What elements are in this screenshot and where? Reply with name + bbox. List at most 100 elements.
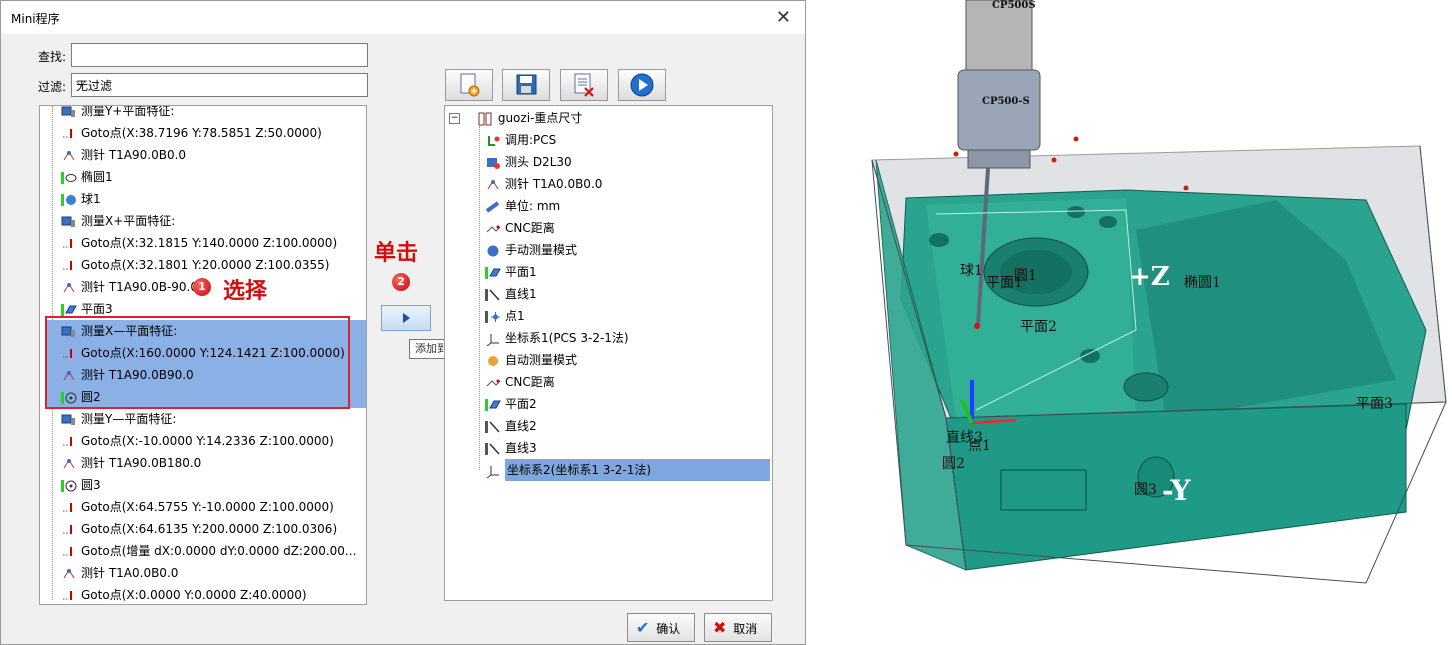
close-icon[interactable]: ✕ bbox=[776, 7, 791, 28]
tree-item[interactable]: Goto点(增量 dX:0.0000 dY:0.0000 dZ:200.00..… bbox=[45, 540, 366, 562]
program-item-label: 测针 T1A0.0B0.0 bbox=[505, 177, 603, 191]
tree-item-label: 测针 T1A90.0B0.0 bbox=[81, 148, 187, 162]
ok-label: 确认 bbox=[656, 622, 681, 636]
filter-label: 过滤: bbox=[38, 80, 67, 94]
auto-icon bbox=[485, 353, 501, 367]
tree-item[interactable]: 椭圆1 bbox=[45, 166, 366, 188]
goto-icon bbox=[61, 544, 77, 558]
program-item-label: 自动测量模式 bbox=[505, 353, 578, 367]
goto-icon bbox=[61, 522, 77, 536]
ok-button[interactable]: ✔ 确认 bbox=[627, 613, 695, 642]
3d-viewport[interactable]: CP500S CP500-S 球1 平面1 圆1 +Z 椭圆1 平面2 平面3 … bbox=[806, 0, 1452, 645]
tree-item[interactable]: Goto点(X:64.6135 Y:200.0000 Z:100.0306) bbox=[45, 518, 366, 540]
goto-icon bbox=[61, 236, 77, 250]
label-ellipse: 椭圆1 bbox=[1184, 275, 1221, 291]
tree-item[interactable]: 测量Y+平面特征: bbox=[45, 105, 366, 122]
tip-icon bbox=[61, 148, 77, 162]
cancel-button[interactable]: ✖ 取消 bbox=[704, 613, 772, 642]
tree-item[interactable]: Goto点(X:38.7196 Y:78.5851 Z:50.0000) bbox=[45, 122, 366, 144]
program-item-label: 测头 D2L30 bbox=[505, 155, 572, 169]
program-item[interactable]: 自动测量模式 bbox=[485, 349, 577, 371]
tree-item[interactable]: Goto点(X:32.1801 Y:20.0000 Z:100.0355) bbox=[45, 254, 366, 276]
check-icon: ✔ bbox=[636, 618, 650, 637]
tree-item-label: 测量Y+平面特征: bbox=[81, 105, 175, 118]
save-button[interactable] bbox=[502, 69, 550, 101]
label-point1: 点1 bbox=[968, 438, 991, 454]
goto-icon bbox=[61, 126, 77, 140]
tree-item[interactable]: 测针 T1A90.0B180.0 bbox=[45, 452, 366, 474]
program-item[interactable]: 手动测量模式 bbox=[485, 239, 577, 261]
tree-item-label: Goto点(X:64.6135 Y:200.0000 Z:100.0306) bbox=[81, 522, 338, 536]
program-item[interactable]: CNC距离 bbox=[485, 217, 555, 239]
plane-icon bbox=[485, 397, 501, 411]
tree-item[interactable]: Goto点(X:64.5755 Y:-10.0000 Z:100.0000) bbox=[45, 496, 366, 518]
program-icon bbox=[478, 111, 494, 125]
program-item[interactable]: 测头 D2L30 bbox=[485, 151, 572, 173]
filter-select[interactable]: 无过滤 ⌵ bbox=[71, 73, 368, 97]
tree-item-label: Goto点(X:64.5755 Y:-10.0000 Z:100.0000) bbox=[81, 500, 334, 514]
probe-icon bbox=[485, 155, 501, 169]
tree-item-label: 测针 T1A0.0B0.0 bbox=[81, 566, 179, 580]
label-circle2: 圆2 bbox=[942, 456, 965, 472]
tree-item-label: 平面3 bbox=[81, 302, 113, 316]
tree-item[interactable]: Goto点(X:32.1815 Y:140.0000 Z:100.0000) bbox=[45, 232, 366, 254]
point-icon bbox=[485, 309, 501, 323]
call-icon bbox=[485, 133, 501, 147]
tree-item[interactable]: 测量X+平面特征: bbox=[45, 210, 366, 232]
tree-item[interactable]: Goto点(X:-10.0000 Y:14.2336 Z:100.0000) bbox=[45, 430, 366, 452]
label-ball: 球1 bbox=[960, 263, 983, 279]
tree-item[interactable]: 圆3 bbox=[45, 474, 366, 496]
tree-item-label: 圆3 bbox=[81, 478, 101, 492]
title-bar: Mini程序 ✕ bbox=[1, 1, 805, 34]
tree-item[interactable]: 测针 T1A0.0B0.0 bbox=[45, 562, 366, 584]
tree-root[interactable]: − guozi-重点尺寸 bbox=[449, 107, 582, 129]
add-to-mini-button[interactable] bbox=[381, 305, 431, 331]
tree-item-label: 测量X+平面特征: bbox=[81, 214, 176, 228]
program-item[interactable]: 直线2 bbox=[485, 415, 537, 437]
delete-list-icon bbox=[574, 73, 594, 97]
program-item[interactable]: 坐标系2(坐标系1 3-2-1法) bbox=[485, 459, 770, 481]
coord-icon bbox=[485, 331, 501, 346]
program-item[interactable]: CNC距离 bbox=[485, 371, 555, 393]
tree-item-label: 测针 T1A90.0B-90.0 bbox=[81, 280, 198, 294]
tree-item[interactable]: Goto点(X:0.0000 Y:0.0000 Z:40.0000) bbox=[45, 584, 366, 604]
program-item-label: 单位: mm bbox=[505, 199, 561, 213]
unit-icon bbox=[485, 199, 501, 213]
program-item-label: 手动测量模式 bbox=[505, 243, 578, 257]
step2-badge: 2 bbox=[392, 273, 410, 291]
tip-icon bbox=[61, 280, 77, 294]
program-item-label: 坐标系1(PCS 3-2-1法) bbox=[505, 331, 629, 345]
label-minus-y: -Y bbox=[1162, 474, 1191, 507]
tree-item[interactable]: 测量Y—平面特征: bbox=[45, 408, 366, 430]
collapse-icon[interactable]: − bbox=[449, 113, 460, 124]
delete-button[interactable] bbox=[560, 69, 608, 101]
program-tree[interactable]: − guozi-重点尺寸 调用:PCS 测头 D2L30 测针 T1A0.0B0.0… bbox=[444, 105, 773, 601]
program-item-label: 点1 bbox=[505, 309, 525, 323]
program-item[interactable]: 单位: mm bbox=[485, 195, 560, 217]
program-item[interactable]: 点1 bbox=[485, 305, 525, 327]
run-play-icon bbox=[630, 73, 654, 97]
label-plane2: 平面2 bbox=[1020, 319, 1057, 335]
program-item-label: 坐标系2(坐标系1 3-2-1法) bbox=[505, 459, 770, 481]
tree-item-label: Goto点(X:32.1815 Y:140.0000 Z:100.0000) bbox=[81, 236, 338, 250]
tree-item[interactable]: 球1 bbox=[45, 188, 366, 210]
program-item[interactable]: 坐标系1(PCS 3-2-1法) bbox=[485, 327, 629, 349]
goto-icon bbox=[61, 588, 77, 602]
program-item[interactable]: 平面1 bbox=[485, 261, 537, 283]
tree-item[interactable]: 测针 T1A90.0B0.0 bbox=[45, 144, 366, 166]
run-button[interactable] bbox=[618, 69, 666, 101]
program-item[interactable]: 平面2 bbox=[485, 393, 537, 415]
part-3d-render bbox=[871, 0, 1447, 584]
cnc-icon bbox=[485, 221, 501, 235]
selection-highlight-box bbox=[45, 316, 350, 409]
program-item[interactable]: 测针 T1A0.0B0.0 bbox=[485, 173, 602, 195]
program-item[interactable]: 调用:PCS bbox=[485, 129, 556, 151]
probe-label-body: CP500-S bbox=[982, 96, 1030, 107]
search-input[interactable] bbox=[71, 43, 368, 67]
program-item[interactable]: 直线1 bbox=[485, 283, 537, 305]
new-program-button[interactable] bbox=[445, 69, 493, 101]
program-item[interactable]: 直线3 bbox=[485, 437, 537, 459]
tree-item-label: 测针 T1A90.0B180.0 bbox=[81, 456, 202, 470]
program-item-label: 直线1 bbox=[505, 287, 537, 301]
label-circle3: 圆3 bbox=[1134, 482, 1157, 498]
